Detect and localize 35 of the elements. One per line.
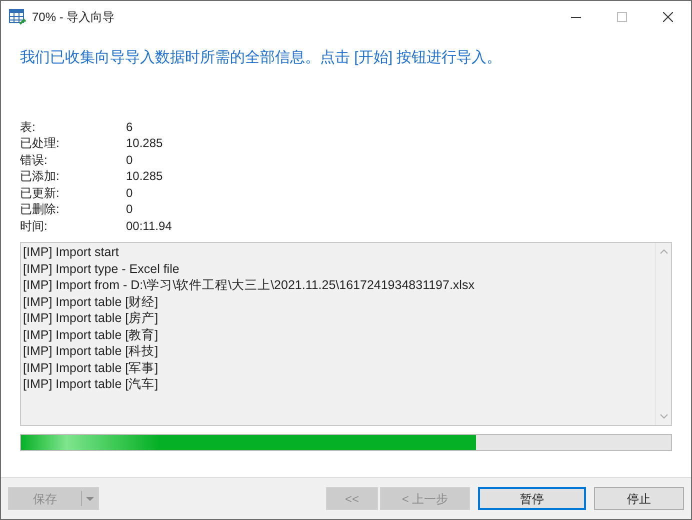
stat-label: 已处理: [20, 135, 60, 152]
minimize-icon [571, 16, 581, 18]
wizard-button[interactable]: 停止 [594, 487, 684, 510]
stat-value: 00:11.94 [126, 218, 172, 235]
log-line: [IMP] Import table [教育] [23, 326, 160, 343]
log-line: [IMP] Import table [汽车] [23, 376, 160, 392]
stat-label: 错误: [20, 152, 48, 169]
window-title: 70% - 导入向导 [32, 9, 115, 26]
heading: 我们已收集向导导入数据时所需的全部信息。点击 [开始] 按钮进行导入。 [20, 48, 503, 68]
log-line: [IMP] Import table [军事] [23, 360, 160, 376]
stat-label: 时间: [20, 218, 48, 235]
stat-value: 0 [126, 152, 133, 169]
close-icon [663, 12, 673, 22]
stat-label: 已添加: [20, 168, 60, 186]
table-icon [9, 9, 26, 25]
stat-value: 10.285 [126, 135, 163, 152]
stat-value: 0 [126, 201, 133, 218]
wizard-button[interactable]: 暂停 [478, 487, 586, 510]
stat-value: 6 [126, 118, 133, 136]
scroll-down-icon [660, 414, 668, 419]
scroll-up-icon [660, 249, 668, 254]
stat-value: 10.285 [126, 168, 163, 186]
log-line: [IMP] Import table [财经] [23, 294, 160, 310]
stat-label: 已更新: [20, 184, 60, 202]
log-line: [IMP] Import from - D:\学习\软件工程\大三上\2021.11.25\1617241934831197.xlsx [23, 277, 476, 294]
log-line: [IMP] Import start [23, 244, 120, 260]
caret-icon [86, 496, 94, 500]
log-line: [IMP] Import type - Excel file [23, 260, 180, 277]
stat-label: 已删除: [20, 201, 60, 218]
stat-value: 0 [126, 184, 133, 202]
stat-label: 表: [20, 118, 36, 136]
maximize-icon [617, 12, 627, 22]
log-line: [IMP] Import table [科技] [23, 343, 160, 360]
scrollbar[interactable] [655, 243, 671, 425]
log-line: [IMP] Import table [房产] [23, 310, 160, 326]
